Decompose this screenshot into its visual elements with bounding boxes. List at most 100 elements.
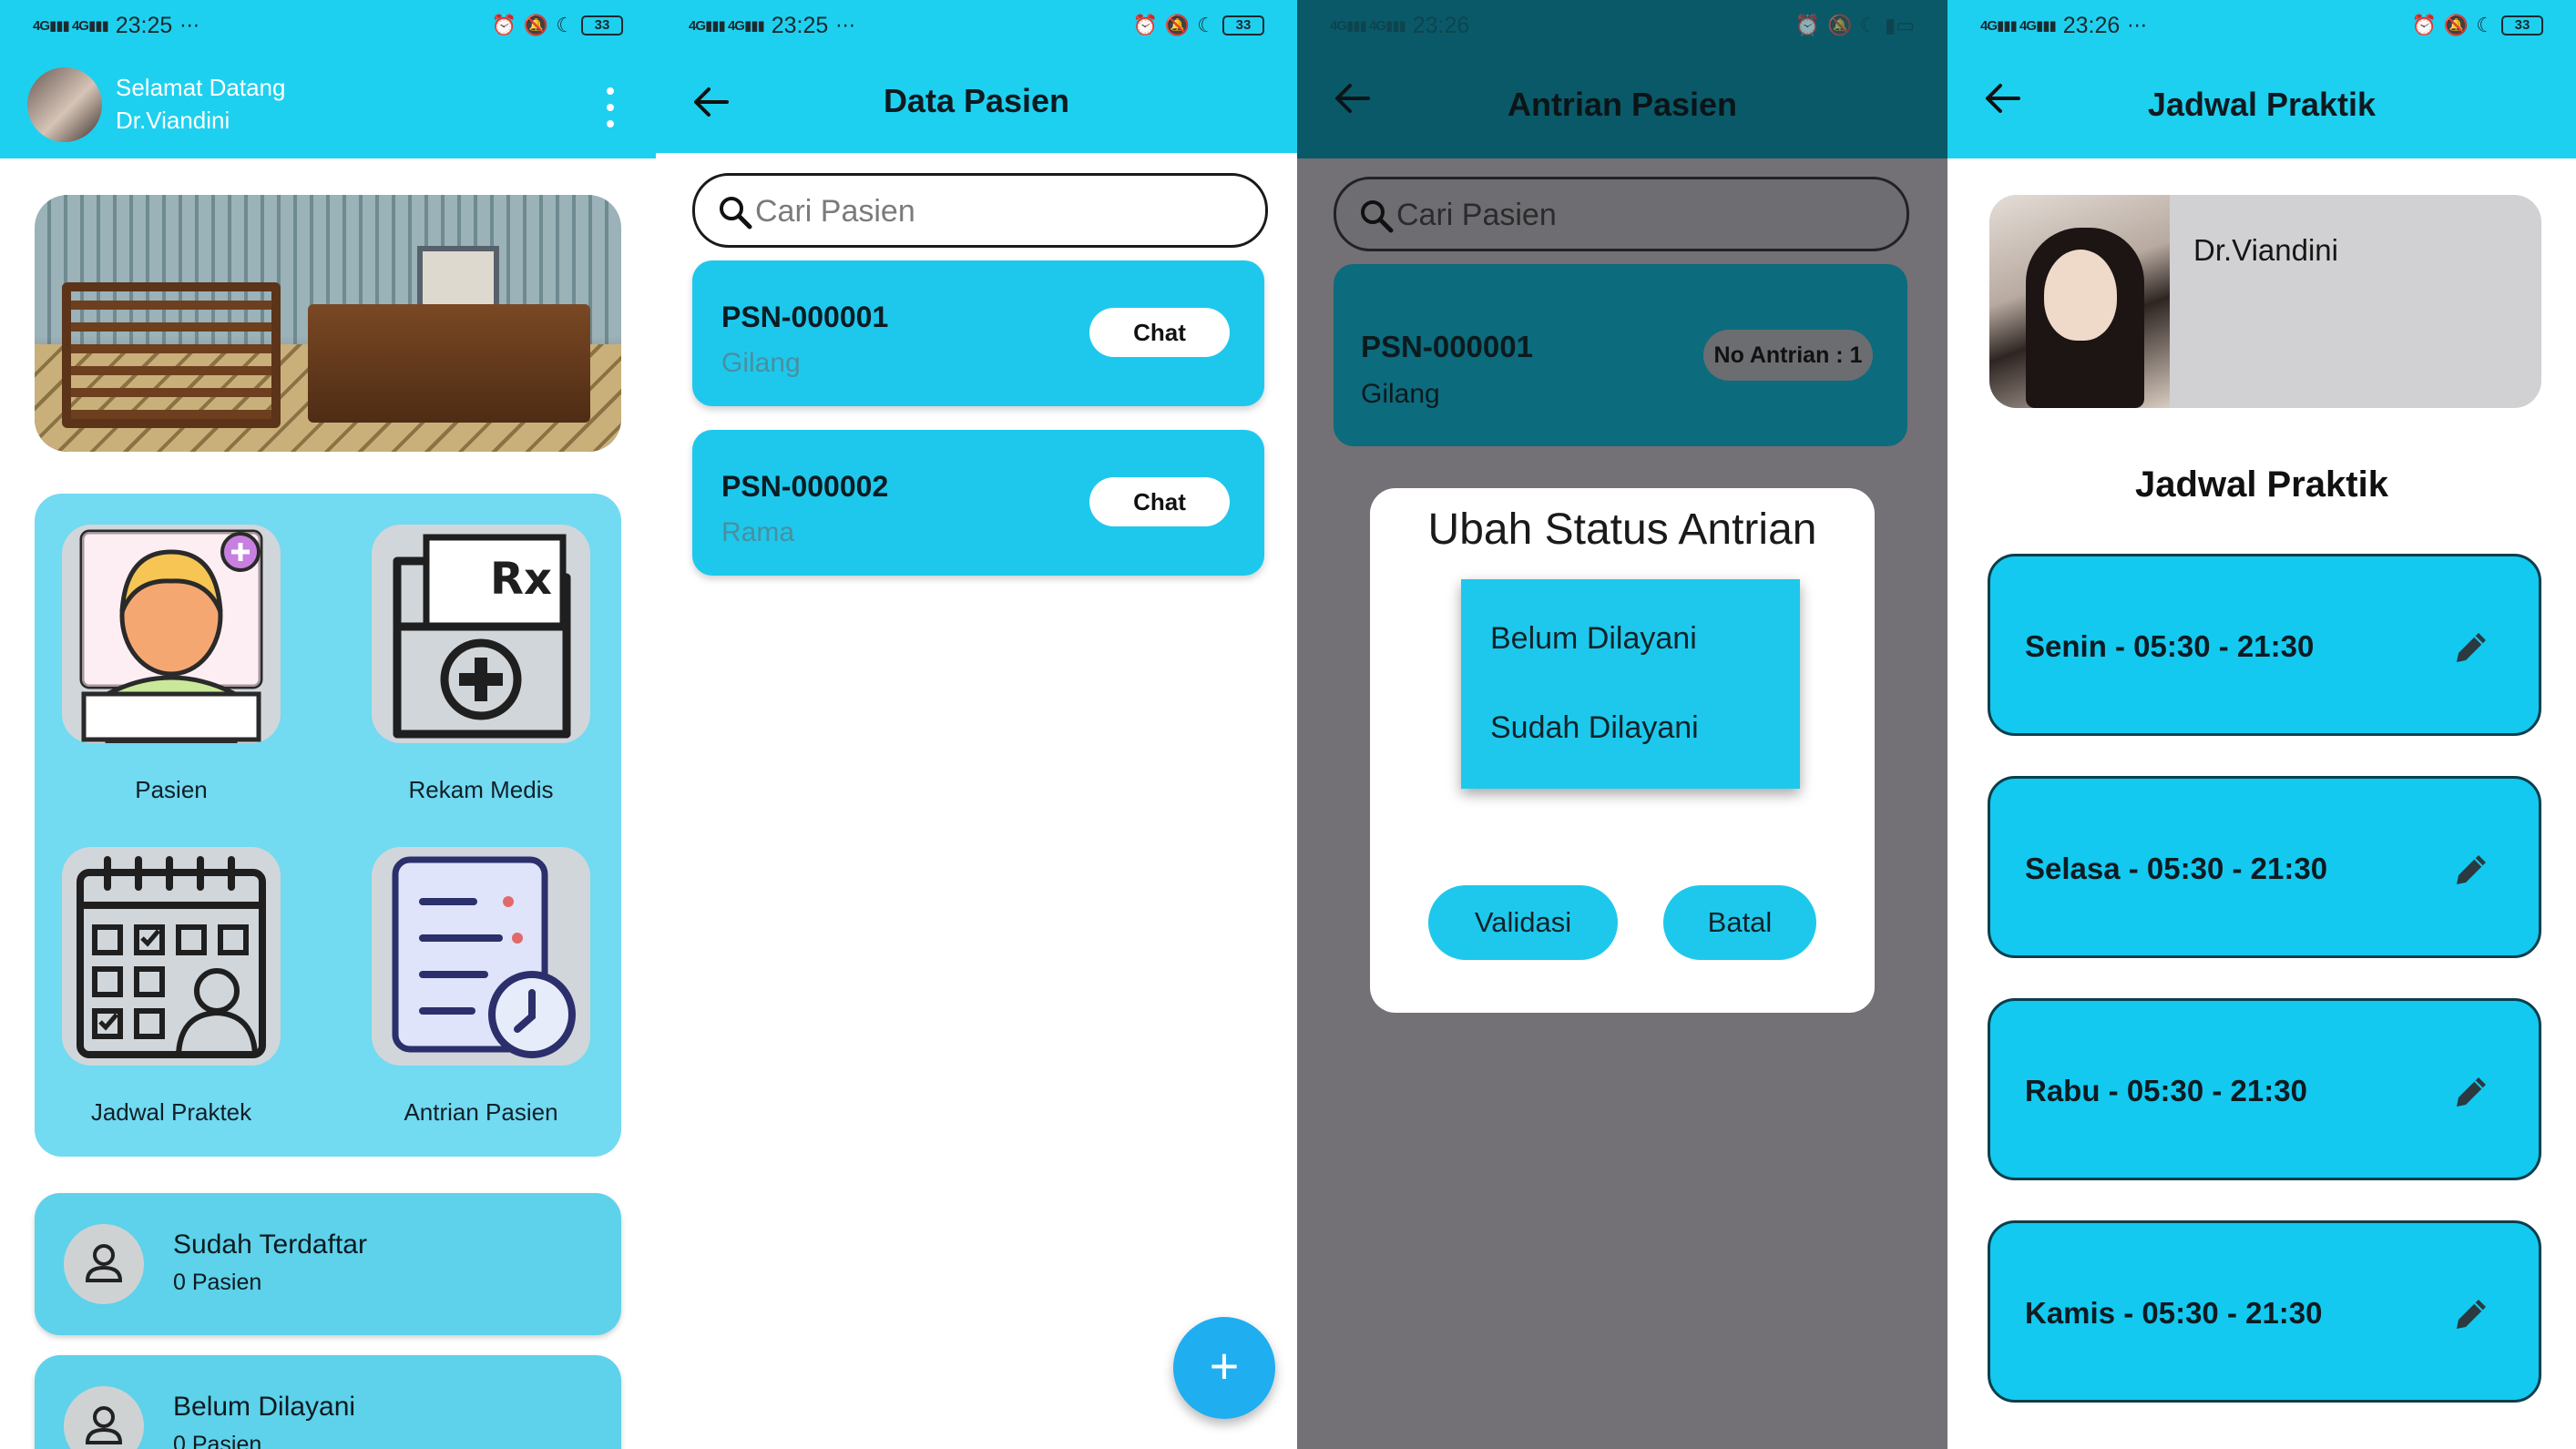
patient-card[interactable]: PSN-000001 Gilang Chat: [692, 260, 1264, 406]
status-time: 23:26: [2062, 12, 2121, 38]
patient-name: Gilang: [721, 348, 801, 378]
schedule-card-senin[interactable]: Senin - 05:30 - 21:30: [1988, 554, 2541, 736]
doctor-photo: [1989, 195, 2170, 408]
menu-label-jadwal-praktek: Jadwal Praktek: [90, 1098, 252, 1126]
section-title: Jadwal Praktik: [2135, 464, 2388, 505]
status-bar: 4G▮▮▮ 4G▮▮▮ 23:25 ⋯ ⏰ 🔕 ☾ 33: [0, 0, 656, 51]
search-field[interactable]: [755, 190, 1229, 232]
clinic-photo: [35, 195, 621, 452]
patient-card[interactable]: PSN-000002 Rama Chat: [692, 430, 1264, 576]
patient-name: Gilang: [1361, 379, 1440, 409]
person-icon: [64, 1224, 144, 1304]
data-pasien-screen: 4G▮▮▮ 4G▮▮▮ 23:25 ⋯ ⏰ 🔕 ☾ 33 Data Pasien…: [656, 0, 1297, 1449]
search-input[interactable]: [692, 173, 1268, 248]
schedule-card-rabu[interactable]: Rabu - 05:30 - 21:30: [1988, 998, 2541, 1180]
svg-text:Rx: Rx: [490, 554, 552, 605]
status-bar: 4G▮▮▮ 4G▮▮▮ 23:26 ⋯ ⏰ 🔕 ☾ 33: [1947, 0, 2576, 51]
person-icon: [64, 1386, 144, 1449]
antrian-pasien-screen: 4G▮▮▮ 4G▮▮▮ 23:26 ⏰ 🔕 ☾ ▮▭ Antrian Pasie…: [1297, 0, 1947, 1449]
patient-id: PSN-000001: [721, 301, 889, 333]
more-options-icon[interactable]: [601, 87, 619, 128]
doctor-name: Dr.Viandini: [2193, 233, 2338, 267]
chat-button[interactable]: Chat: [1089, 308, 1230, 357]
edit-pencil-icon[interactable]: [2449, 1070, 2493, 1114]
queue-clipboard-clock-icon: [372, 847, 590, 1066]
menu-label-pasien: Pasien: [135, 776, 208, 803]
stat-count: 0 Pasien: [173, 1270, 262, 1295]
screenshot-collage: 4G▮▮▮ 4G▮▮▮ 23:25 ⋯ ⏰ 🔕 ☾ 33 Selamat Dat…: [0, 0, 2576, 1449]
add-patient-button[interactable]: +: [1173, 1317, 1275, 1419]
patient-id: PSN-000001: [1361, 330, 1533, 363]
menu-label-antrian-pasien: Antrian Pasien: [404, 1098, 558, 1126]
alarm-icon: ⏰: [491, 14, 516, 36]
battery-icon: 33: [581, 15, 623, 36]
menu-grid: Pasien Rx Rekam Medis Jadwal Praktek Ant…: [35, 494, 621, 1157]
page-title: Antrian Pasien: [1507, 86, 1738, 123]
mute-icon: 🔕: [523, 14, 549, 36]
moon-icon: ☾: [1197, 14, 1215, 36]
search-input[interactable]: [1334, 177, 1909, 251]
menu-item-pasien[interactable]: Pasien: [62, 525, 281, 804]
mute-icon: 🔕: [2443, 14, 2469, 36]
status-dropdown-menu: Belum Dilayani Sudah Dilayani: [1461, 579, 1800, 789]
stat-title: Belum Dilayani: [173, 1392, 356, 1422]
stat-count: 0 Pasien: [173, 1432, 262, 1449]
status-time: 23:25: [771, 12, 829, 38]
alarm-icon: ⏰: [2411, 14, 2437, 36]
edit-pencil-icon[interactable]: [2449, 626, 2493, 669]
medical-record-folder-icon: Rx: [372, 525, 590, 743]
chat-button[interactable]: Chat: [1089, 477, 1230, 526]
stat-card-belum-dilayani[interactable]: Belum Dilayani 0 Pasien: [35, 1355, 621, 1449]
edit-pencil-icon[interactable]: [2449, 1292, 2493, 1336]
alarm-icon: ⏰: [1132, 14, 1158, 36]
menu-label-rekam-medis: Rekam Medis: [408, 776, 554, 803]
schedule-text: Senin - 05:30 - 21:30: [2025, 629, 2315, 663]
avatar[interactable]: [27, 67, 102, 142]
signal-icon: 4G▮▮▮ 4G▮▮▮: [33, 18, 109, 34]
page-title: Data Pasien: [883, 82, 1070, 119]
menu-item-rekam-medis[interactable]: Rx Rekam Medis: [372, 525, 590, 804]
home-screen: 4G▮▮▮ 4G▮▮▮ 23:25 ⋯ ⏰ 🔕 ☾ 33 Selamat Dat…: [0, 0, 656, 1449]
status-bar: 4G▮▮▮ 4G▮▮▮ 23:25 ⋯ ⏰ 🔕 ☾ 33: [656, 0, 1297, 51]
schedule-text: Kamis - 05:30 - 21:30: [2025, 1296, 2323, 1330]
mute-icon: 🔕: [1826, 14, 1853, 36]
schedule-text: Rabu - 05:30 - 21:30: [2025, 1074, 2307, 1107]
stat-title: Sudah Terdaftar: [173, 1230, 367, 1260]
jadwal-praktik-screen: 4G▮▮▮ 4G▮▮▮ 23:26 ⋯ ⏰ 🔕 ☾ 33 Jadwal Prak…: [1947, 0, 2576, 1449]
moon-icon: ☾: [556, 14, 574, 36]
search-field[interactable]: [1396, 194, 1870, 236]
schedule-card-kamis[interactable]: Kamis - 05:30 - 21:30: [1988, 1220, 2541, 1403]
calendar-doctor-icon: [62, 847, 281, 1066]
search-icon: [1361, 200, 1394, 233]
schedule-text: Selasa - 05:30 - 21:30: [2025, 852, 2328, 885]
queue-card[interactable]: PSN-000001 Gilang No Antrian : 1: [1334, 264, 1907, 446]
notification-dots-icon: ⋯: [2127, 14, 2148, 36]
signal-icon: 4G▮▮▮ 4G▮▮▮: [1330, 18, 1406, 34]
moon-icon: ☾: [1859, 14, 1878, 36]
notification-dots-icon: ⋯: [179, 14, 200, 36]
search-icon: [720, 197, 752, 230]
notification-dots-icon: ⋯: [835, 14, 856, 36]
menu-item-jadwal-praktek[interactable]: Jadwal Praktek: [62, 847, 281, 1127]
signal-icon: 4G▮▮▮ 4G▮▮▮: [689, 18, 765, 34]
dialog-title: Ubah Status Antrian: [1427, 505, 1817, 554]
patient-icon: [62, 525, 281, 743]
option-sudah-dilayani[interactable]: Sudah Dilayani: [1490, 710, 1699, 746]
signal-icon: 4G▮▮▮ 4G▮▮▮: [1980, 18, 2057, 34]
status-time: 23:26: [1412, 12, 1470, 38]
welcome-text: Selamat Datang Dr.Viandini: [116, 71, 285, 137]
schedule-card-selasa[interactable]: Selasa - 05:30 - 21:30: [1988, 776, 2541, 958]
battery-icon: 33: [1222, 15, 1264, 36]
mute-icon: 🔕: [1164, 14, 1191, 36]
welcome-doctor-name: Dr.Viandini: [116, 107, 230, 134]
menu-item-antrian-pasien[interactable]: Antrian Pasien: [372, 847, 590, 1127]
status-bar: 4G▮▮▮ 4G▮▮▮ 23:26 ⏰ 🔕 ☾ ▮▭: [1297, 0, 1947, 51]
welcome-greeting: Selamat Datang: [116, 74, 286, 101]
batal-button[interactable]: Batal: [1663, 885, 1816, 960]
stat-card-sudah-terdaftar[interactable]: Sudah Terdaftar 0 Pasien: [35, 1193, 621, 1335]
patient-name: Rama: [721, 517, 795, 547]
edit-pencil-icon[interactable]: [2449, 848, 2493, 892]
validasi-button[interactable]: Validasi: [1428, 885, 1618, 960]
patient-id: PSN-000002: [721, 470, 889, 503]
option-belum-dilayani[interactable]: Belum Dilayani: [1490, 621, 1697, 657]
